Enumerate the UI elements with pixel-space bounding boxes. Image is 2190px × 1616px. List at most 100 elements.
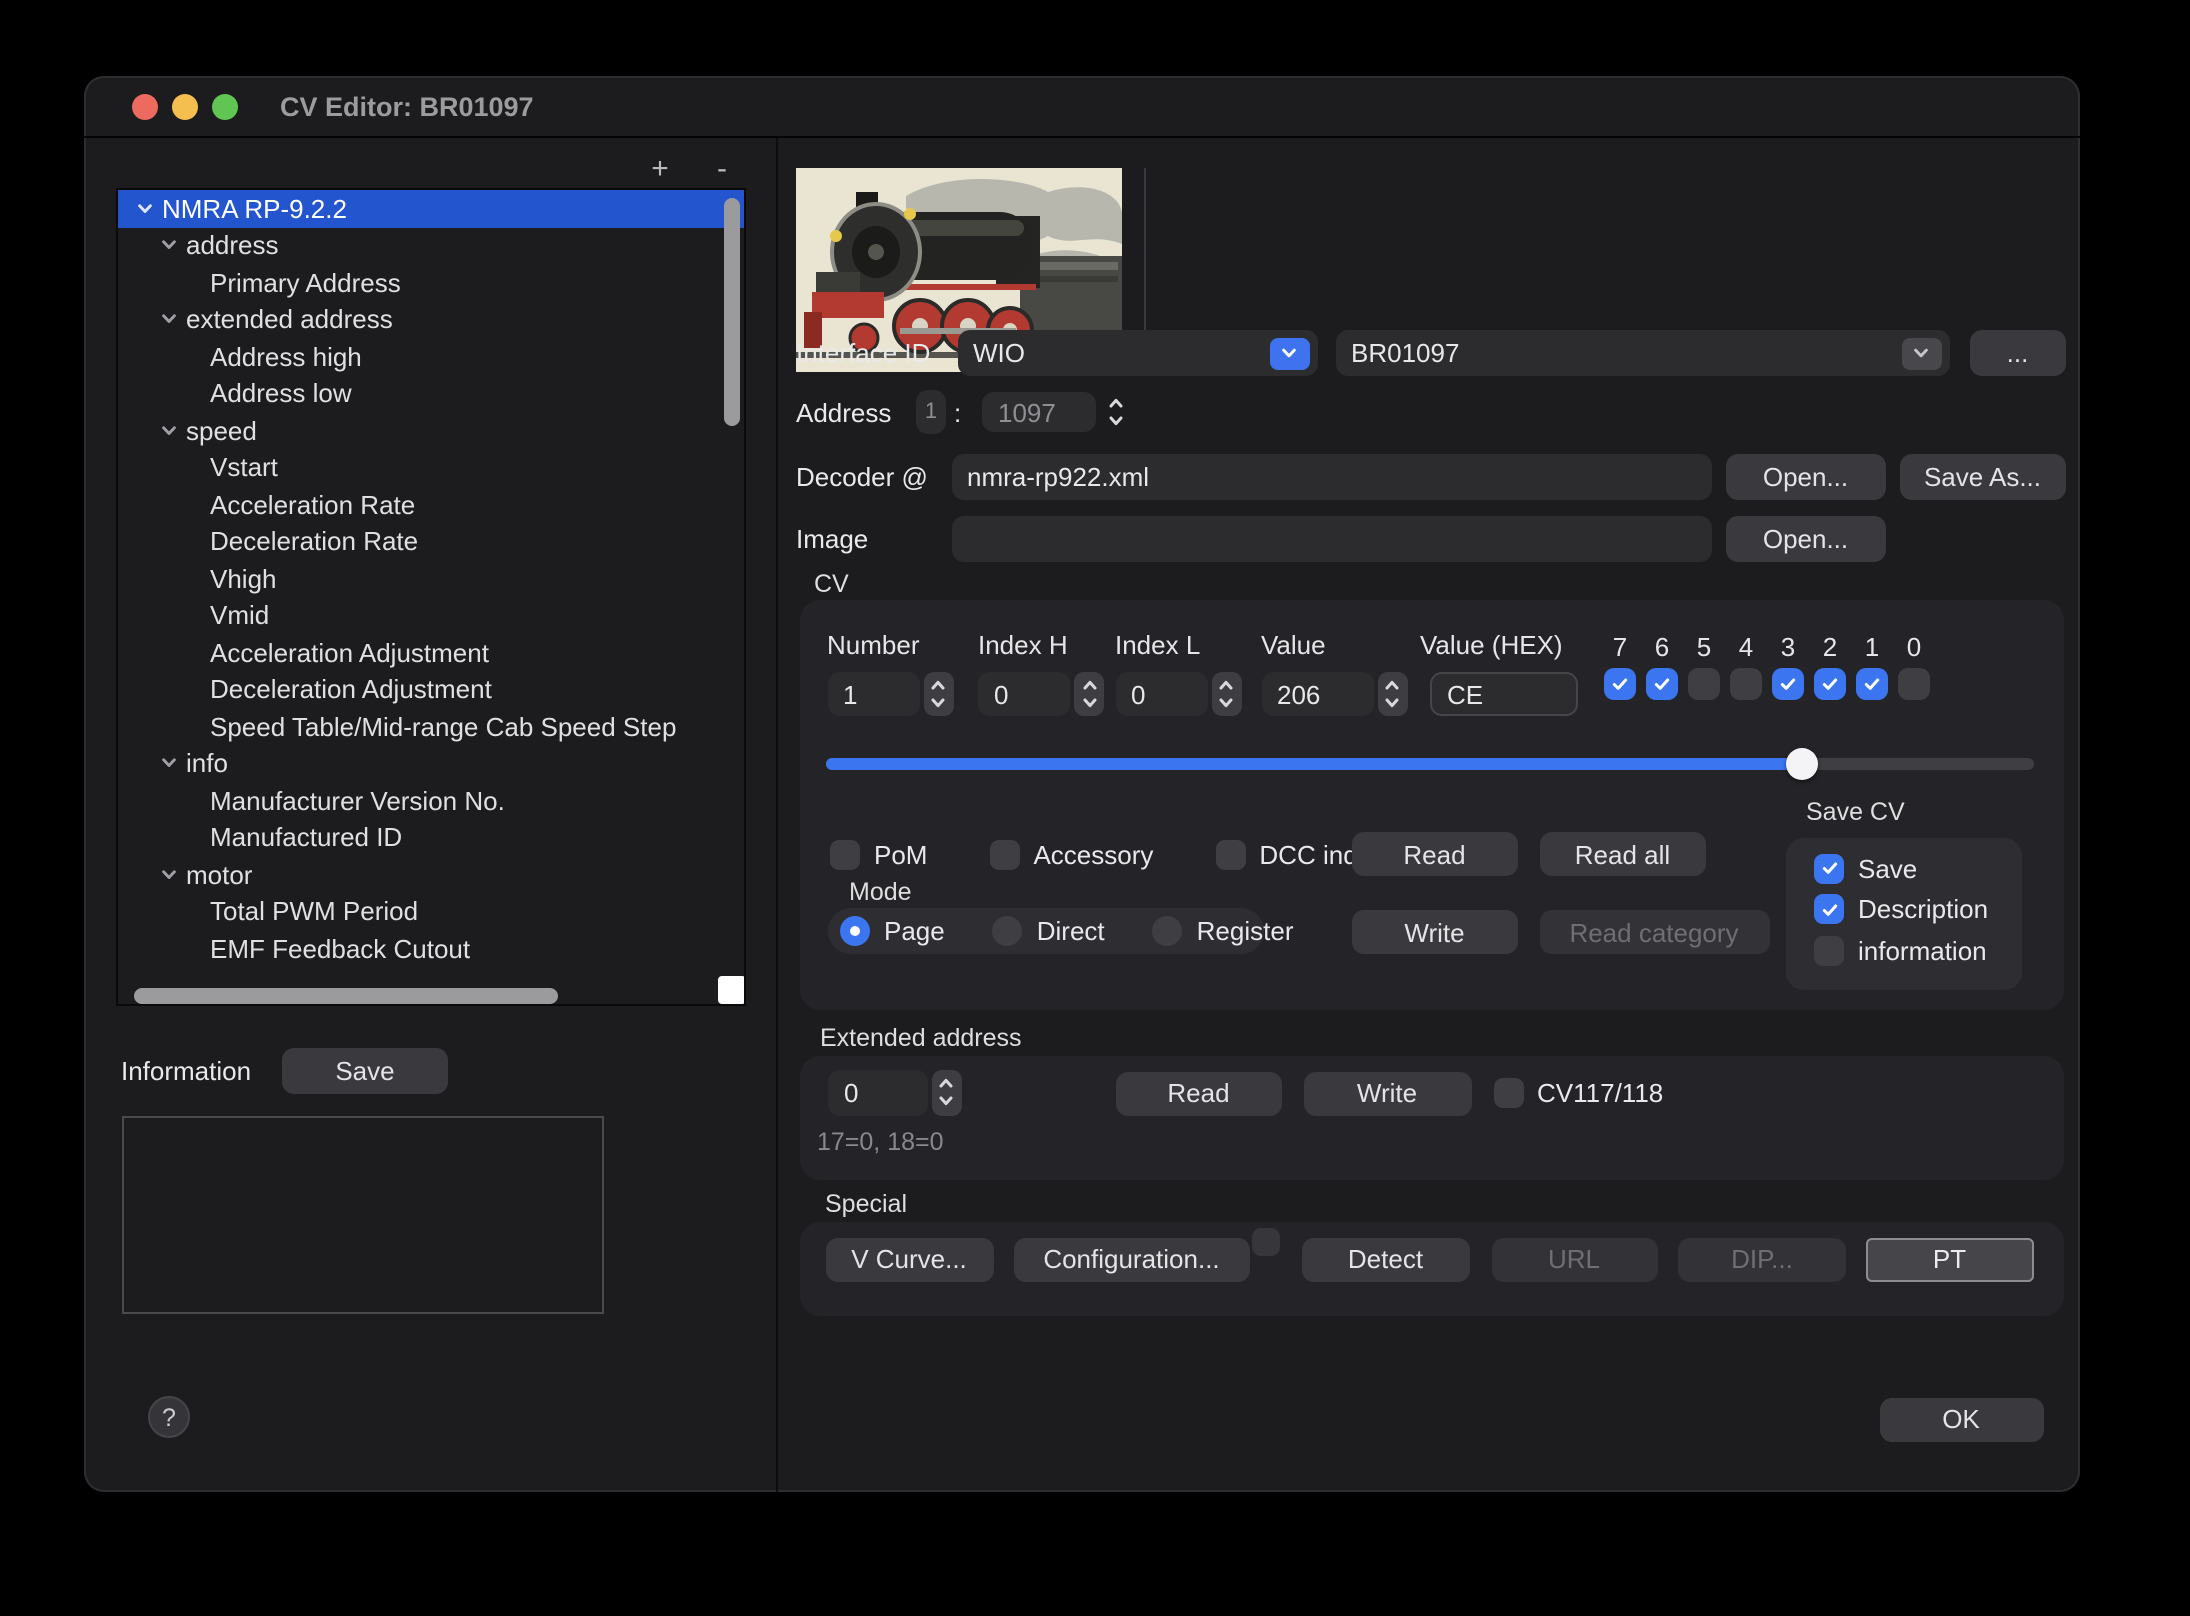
help-button[interactable]: ? [148, 1396, 190, 1438]
cv-number-field[interactable]: 1 [827, 672, 919, 716]
tree-item[interactable]: Manufacturer Version No. [118, 782, 744, 819]
decoder-open-button[interactable]: Open... [1725, 454, 1886, 500]
chevron-down-icon[interactable] [158, 422, 180, 440]
accessory-checkbox[interactable] [989, 839, 1019, 869]
chevron-down-icon[interactable] [134, 200, 156, 218]
radio-icon[interactable] [840, 916, 870, 946]
information-save-button[interactable]: Save [282, 1048, 448, 1094]
tree-item[interactable]: Vmid [118, 597, 744, 634]
tree-item[interactable]: Vstart [118, 449, 744, 486]
chevron-down-icon[interactable] [158, 311, 180, 329]
bit-column: 7 [1599, 626, 1641, 700]
chevron-down-icon[interactable] [1269, 337, 1309, 369]
save-checkbox[interactable] [1814, 854, 1844, 884]
mode-radio-register[interactable]: Register [1153, 916, 1294, 946]
horizontal-scrollbar[interactable] [134, 988, 558, 1004]
image-open-button[interactable]: Open... [1725, 516, 1886, 562]
cv-value-field[interactable]: 206 [1261, 672, 1373, 716]
tree-item[interactable]: Manufactured ID [118, 819, 744, 856]
ok-button[interactable]: OK [1879, 1397, 2043, 1441]
extended-read-button[interactable]: Read [1115, 1071, 1282, 1116]
tree-item[interactable]: Speed Table/Mid-range Cab Speed Step [118, 708, 744, 745]
loco-id-select[interactable]: BR01097 [1335, 330, 1949, 376]
more-button[interactable]: ... [1970, 330, 2065, 376]
bit-7-checkbox[interactable] [1604, 668, 1636, 700]
tree-item[interactable]: extended address [118, 301, 744, 338]
bit-0-checkbox[interactable] [1898, 668, 1930, 700]
zoom-button[interactable] [211, 94, 237, 120]
tree-item[interactable]: NMRA RP-9.2.2 [118, 190, 744, 227]
cv117-checkbox[interactable] [1493, 1078, 1523, 1108]
pom-checkbox[interactable] [830, 839, 860, 869]
tree-item-label: motor [186, 860, 252, 890]
bit-5-checkbox[interactable] [1688, 668, 1720, 700]
decoder-saveas-button[interactable]: Save As... [1900, 454, 2065, 500]
tree-item[interactable]: Acceleration Rate [118, 486, 744, 523]
slider-thumb[interactable] [1786, 747, 1818, 779]
tree-item[interactable]: Total PWM Period [118, 893, 744, 930]
tree-item[interactable]: motor [118, 856, 744, 893]
cv-number-stepper[interactable] [923, 672, 953, 716]
tree-item[interactable]: Address high [118, 338, 744, 375]
v-curve-button[interactable]: V Curve... [825, 1238, 993, 1281]
extended-address-stepper[interactable] [931, 1070, 961, 1115]
cv-value-stepper[interactable] [1377, 672, 1407, 716]
configuration-button[interactable]: Configuration... [1014, 1238, 1249, 1281]
description-checkbox[interactable] [1814, 895, 1844, 925]
bit-2-checkbox[interactable] [1814, 668, 1846, 700]
tree-item[interactable]: Vhigh [118, 560, 744, 597]
read-all-button[interactable]: Read all [1539, 832, 1706, 876]
tree-item[interactable]: speed [118, 412, 744, 449]
cv-value-slider[interactable] [826, 758, 2034, 769]
tree-item-label: Total PWM Period [210, 897, 418, 927]
chevron-down-icon[interactable] [158, 755, 180, 773]
detect-button[interactable]: Detect [1302, 1238, 1469, 1281]
extended-address-field[interactable]: 0 [828, 1070, 927, 1115]
chevron-down-icon[interactable] [158, 866, 180, 884]
url-button: URL [1491, 1238, 1657, 1281]
cv-value-hex-field[interactable]: CE [1429, 672, 1577, 716]
chevron-down-icon[interactable] [1901, 337, 1941, 369]
dcc-index-checkbox[interactable] [1215, 839, 1245, 869]
bit-checkbox-group: 76543210 [1599, 626, 1935, 700]
chevron-down-icon[interactable] [158, 237, 180, 255]
pt-button[interactable]: PT [1866, 1238, 2033, 1281]
cv-index-l-stepper[interactable] [1211, 672, 1241, 716]
tree-item[interactable]: Acceleration Adjustment [118, 634, 744, 671]
tree-item[interactable]: address [118, 227, 744, 264]
cv-index-l-field[interactable]: 0 [1115, 672, 1207, 716]
bit-3-checkbox[interactable] [1772, 668, 1804, 700]
image-file-field[interactable] [951, 516, 1711, 562]
write-button[interactable]: Write [1351, 910, 1518, 954]
cv-index-h-stepper[interactable] [1074, 672, 1104, 716]
radio-icon[interactable] [1153, 916, 1183, 946]
tree-item[interactable]: info [118, 745, 744, 782]
tree-item[interactable]: EMF Feedback Cutout [118, 930, 744, 967]
tree-item[interactable]: Primary Address [118, 264, 744, 301]
bit-4-checkbox[interactable] [1730, 668, 1762, 700]
close-button[interactable] [131, 94, 157, 120]
tree-item[interactable]: Deceleration Rate [118, 523, 744, 560]
address-stepper[interactable] [1100, 388, 1130, 436]
radio-icon[interactable] [993, 916, 1023, 946]
information-textarea[interactable] [122, 1116, 604, 1314]
remove-button[interactable]: - [706, 152, 738, 184]
bit-1-checkbox[interactable] [1856, 668, 1888, 700]
cv-index-h-field[interactable]: 0 [978, 672, 1070, 716]
bit-6-checkbox[interactable] [1646, 668, 1678, 700]
minimize-button[interactable] [171, 94, 197, 120]
information-checkbox[interactable] [1814, 936, 1844, 966]
vertical-scrollbar[interactable] [724, 198, 740, 426]
mode-radio-page[interactable]: Page [840, 916, 945, 946]
configuration-checkbox[interactable] [1252, 1228, 1280, 1256]
tree-item[interactable]: Address low [118, 375, 744, 412]
tree-item[interactable]: Deceleration Adjustment [118, 671, 744, 708]
address-label: Address [796, 390, 891, 436]
extended-write-button[interactable]: Write [1303, 1071, 1471, 1116]
decoder-file-field[interactable]: nmra-rp922.xml [951, 454, 1711, 500]
interface-id-select[interactable]: WIO [957, 330, 1317, 376]
read-button[interactable]: Read [1351, 832, 1518, 876]
mode-radio-direct[interactable]: Direct [993, 916, 1105, 946]
add-button[interactable]: + [644, 152, 676, 184]
bit-label: 6 [1655, 626, 1669, 668]
